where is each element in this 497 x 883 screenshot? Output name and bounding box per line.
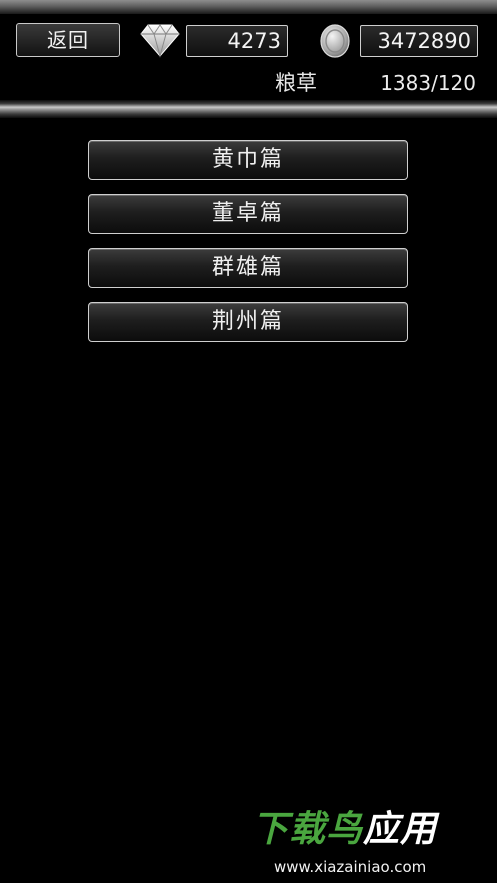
watermark-logo-part2: 应用: [363, 809, 438, 850]
top-bar-edge: [0, 0, 497, 14]
watermark: 下载鸟应用 www.xiazainiao.com: [248, 806, 493, 880]
grain-label: 粮草: [275, 71, 317, 95]
chapter-list: 黄巾篇 董卓篇 群雄篇 荆州篇: [88, 140, 408, 356]
grain-value: 1383/120: [380, 71, 476, 95]
back-button[interactable]: 返回: [16, 23, 120, 57]
top-bar: 返回 4273 3472890 粮草 1383/120: [0, 0, 497, 120]
coins-counter: 3472890: [360, 25, 478, 57]
chapter-button-qunxiong[interactable]: 群雄篇: [88, 248, 408, 288]
top-bar-divider: [0, 100, 497, 118]
chapter-button-jingzhou[interactable]: 荆州篇: [88, 302, 408, 342]
chapter-button-huangjin[interactable]: 黄巾篇: [88, 140, 408, 180]
watermark-logo-part1: 下载鸟: [252, 809, 364, 850]
watermark-logo: 下载鸟应用: [252, 808, 437, 852]
watermark-url: www.xiazainiao.com: [274, 858, 427, 876]
coin-icon: [320, 24, 350, 58]
gems-counter: 4273: [186, 25, 288, 57]
diamond-icon: [140, 24, 180, 58]
chapter-button-dongzhuo[interactable]: 董卓篇: [88, 194, 408, 234]
